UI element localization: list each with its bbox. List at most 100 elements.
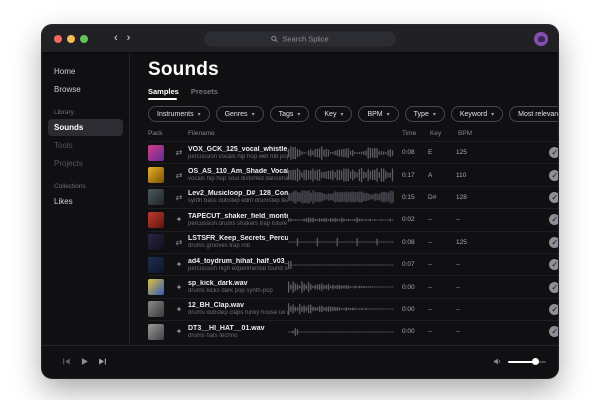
sample-filename[interactable]: sp_kick_dark.wav: [188, 280, 288, 287]
desktop-background: ‹ › Search Splice HomeBrowseLibrarySound…: [0, 0, 600, 400]
sample-time: 0:08: [402, 149, 428, 156]
next-track-icon[interactable]: [98, 357, 107, 366]
chevron-down-icon: ▾: [491, 111, 494, 118]
sample-time: 0:00: [402, 328, 428, 335]
downloaded-icon[interactable]: ✓: [549, 304, 558, 315]
table-row[interactable]: ✦ TAPECUT_shaker_field_monte.wav percuss…: [148, 208, 558, 230]
sample-key: --: [428, 284, 456, 291]
pack-art[interactable]: [148, 257, 164, 273]
table-row[interactable]: ✦ 12_BH_Clap.wav drums dubstep claps fun…: [148, 298, 558, 320]
table-row[interactable]: ✦ ad4_toydrum_hihat_half_v03_r04.wav per…: [148, 253, 558, 275]
waveform[interactable]: [288, 323, 394, 341]
sample-tags: drums dubstep claps funky house uk garag…: [188, 310, 288, 316]
downloaded-icon[interactable]: ✓: [549, 170, 558, 181]
sample-tags: percussion high experimental found sound…: [188, 266, 288, 272]
sample-tags: synth bass dubstep edm drumstep tearout …: [188, 198, 288, 204]
table-row[interactable]: ⇄ OS_AS_110_Am_Shade_Vocal_Loop_1.wav vo…: [148, 163, 558, 185]
tab-presets[interactable]: Presets: [191, 87, 218, 100]
forward-button[interactable]: ›: [127, 33, 131, 44]
window-controls: [54, 35, 88, 43]
sample-filename[interactable]: TAPECUT_shaker_field_monte.wav: [188, 213, 288, 220]
back-button[interactable]: ‹: [114, 33, 118, 44]
waveform[interactable]: [288, 188, 394, 206]
close-button[interactable]: [54, 35, 62, 43]
filter-genres[interactable]: Genres▾: [216, 106, 264, 122]
pack-art[interactable]: [148, 189, 164, 205]
chevron-down-icon: ▾: [340, 111, 343, 118]
table-row[interactable]: ⇄ VOX_GCK_125_vocal_whistle_wet_ominou..…: [148, 141, 558, 163]
downloaded-icon[interactable]: ✓: [549, 192, 558, 203]
play-icon[interactable]: [80, 357, 89, 366]
pack-art[interactable]: [148, 145, 164, 161]
sort-dropdown[interactable]: Most relevant⇅: [509, 106, 558, 122]
waveform[interactable]: [288, 211, 394, 229]
table-row[interactable]: ⇄ Lev2_Musicloop_D#_128_Complicated_Ba..…: [148, 186, 558, 208]
filter-keyword[interactable]: Keyword▾: [451, 106, 503, 122]
downloaded-icon[interactable]: ✓: [549, 237, 558, 248]
waveform[interactable]: [288, 300, 394, 318]
sidebar-item-browse[interactable]: Browse: [48, 81, 123, 98]
sidebar-item-sounds[interactable]: Sounds: [48, 119, 123, 136]
sample-filename[interactable]: Lev2_Musicloop_D#_128_Complicated_Ba...: [188, 190, 288, 197]
filter-tags[interactable]: Tags▾: [270, 106, 310, 122]
sidebar-item-tools[interactable]: Tools: [48, 137, 123, 154]
waveform[interactable]: [288, 166, 394, 184]
table-row[interactable]: ✦ sp_kick_dark.wav drums kicks dark pop …: [148, 275, 558, 297]
sidebar-section-library: Library: [42, 99, 129, 118]
sample-filename[interactable]: 12_BH_Clap.wav: [188, 302, 288, 309]
minimize-button[interactable]: [67, 35, 75, 43]
waveform[interactable]: [288, 144, 394, 162]
col-bpm: BPM: [458, 130, 488, 137]
sample-tags: drums kicks dark pop synth-pop: [188, 288, 288, 294]
pack-art[interactable]: [148, 279, 164, 295]
downloaded-icon[interactable]: ✓: [549, 326, 558, 337]
sample-filename[interactable]: VOX_GCK_125_vocal_whistle_wet_ominou...: [188, 146, 288, 153]
col-key: Key: [430, 130, 458, 137]
search-input[interactable]: Search Splice: [204, 31, 396, 46]
sample-time: 0:00: [402, 284, 428, 291]
sample-filename[interactable]: ad4_toydrum_hihat_half_v03_r04.wav: [188, 258, 288, 265]
sample-key: --: [428, 261, 456, 268]
sample-filename[interactable]: OS_AS_110_Am_Shade_Vocal_Loop_1.wav: [188, 168, 288, 175]
waveform[interactable]: [288, 278, 394, 296]
sample-filename[interactable]: LSTSFR_Keep_Secrets_Percussion_Loop_1...: [188, 235, 288, 242]
waveform[interactable]: [288, 233, 394, 251]
downloaded-icon[interactable]: ✓: [549, 282, 558, 293]
sample-time: 0:08: [402, 239, 428, 246]
tab-bar: Samples Presets: [148, 87, 558, 100]
one-shot-icon: ✦: [172, 215, 186, 224]
volume-icon[interactable]: [493, 357, 502, 366]
downloaded-icon[interactable]: ✓: [549, 259, 558, 270]
pack-art[interactable]: [148, 301, 164, 317]
filter-key[interactable]: Key▾: [315, 106, 352, 122]
filter-bpm[interactable]: BPM▾: [358, 106, 398, 122]
previous-track-icon[interactable]: [62, 357, 71, 366]
volume-slider[interactable]: [508, 361, 546, 363]
sample-bpm: --: [456, 261, 486, 268]
pack-art[interactable]: [148, 234, 164, 250]
pack-art[interactable]: [148, 212, 164, 228]
sidebar-item-home[interactable]: Home: [48, 63, 123, 80]
sidebar-item-likes[interactable]: Likes: [48, 193, 123, 210]
waveform[interactable]: [288, 256, 394, 274]
table-row[interactable]: ⇄ LSTSFR_Keep_Secrets_Percussion_Loop_1.…: [148, 231, 558, 253]
user-avatar[interactable]: [534, 32, 548, 46]
downloaded-icon[interactable]: ✓: [549, 147, 558, 158]
downloaded-icon[interactable]: ✓: [549, 214, 558, 225]
filter-instruments[interactable]: Instruments▾: [148, 106, 210, 122]
sample-filename[interactable]: DT3__HI_HAT__01.wav: [188, 325, 288, 332]
pack-art[interactable]: [148, 324, 164, 340]
volume-knob[interactable]: [532, 358, 539, 365]
sample-time: 0:15: [402, 194, 428, 201]
zoom-button[interactable]: [80, 35, 88, 43]
sample-key: E: [428, 149, 456, 156]
sample-key: --: [428, 216, 456, 223]
one-shot-icon: ✦: [172, 260, 186, 269]
filter-type[interactable]: Type▾: [405, 106, 445, 122]
table-row[interactable]: ✦ DT3__HI_HAT__01.wav drums hats techno …: [148, 320, 558, 342]
pack-art[interactable]: [148, 167, 164, 183]
tab-samples[interactable]: Samples: [148, 87, 179, 100]
sample-bpm: 125: [456, 149, 486, 156]
sample-tags: percussion drums shakers trap future bas…: [188, 221, 288, 227]
sidebar-item-projects[interactable]: Projects: [48, 155, 123, 172]
